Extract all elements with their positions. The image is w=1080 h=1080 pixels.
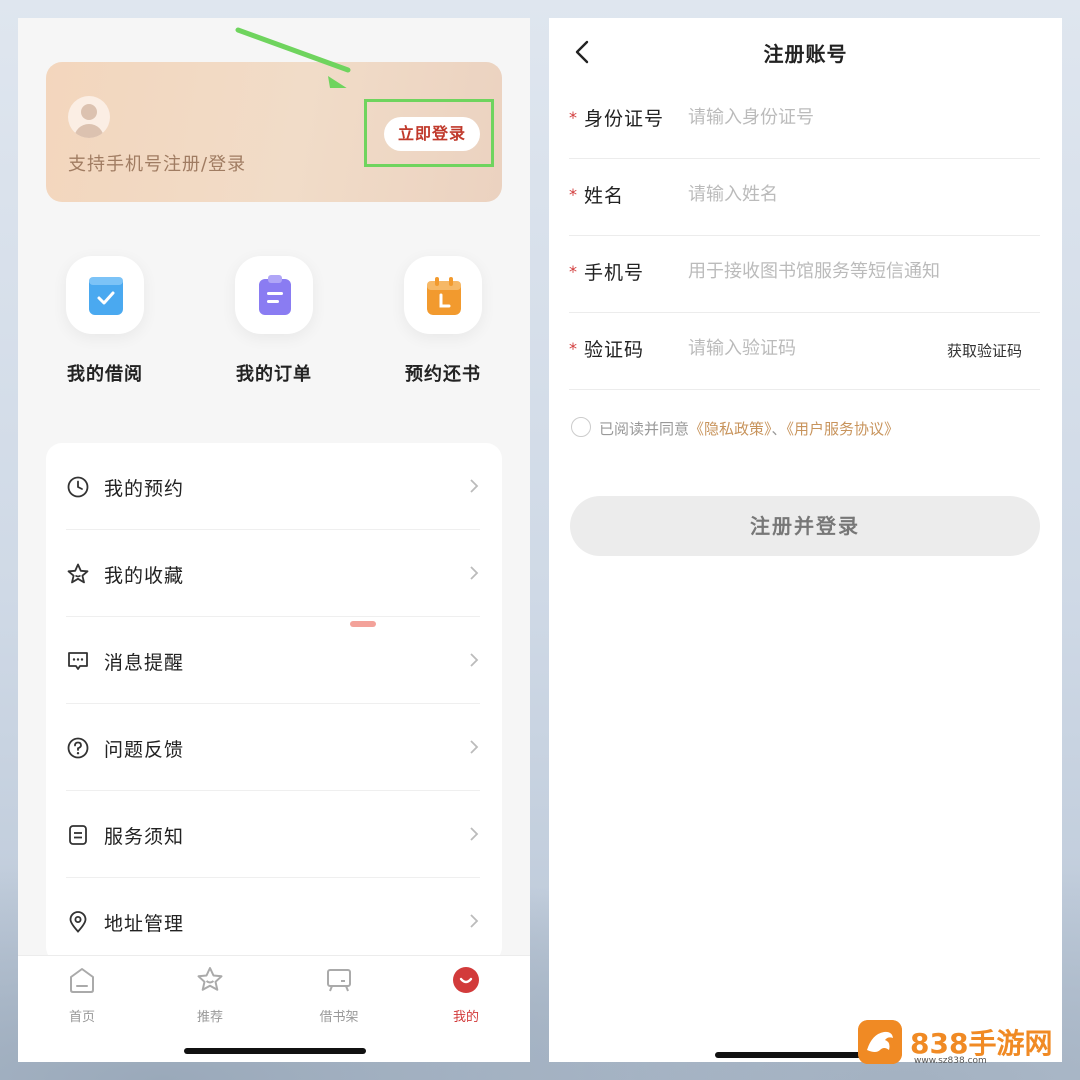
tab-label: 我的 [452, 1010, 479, 1025]
tab-home[interactable]: 首页 [42, 964, 122, 1025]
document-icon [69, 825, 87, 845]
dragon-logo-icon [858, 1020, 902, 1064]
tab-recommend[interactable]: 推荐 [170, 964, 250, 1025]
agreement-separator: 、 [771, 420, 787, 438]
shortcut-my-orders[interactable]: 我的订单 [214, 256, 334, 386]
menu-item-my-reservations[interactable]: 我的预约 [66, 443, 480, 530]
shortcut-label: 我的订单 [236, 364, 312, 385]
menu-item-label: 服务须知 [104, 826, 185, 848]
menu-item-label: 我的预约 [104, 478, 185, 500]
menu-item-label: 地址管理 [104, 913, 185, 935]
chevron-right-icon [470, 479, 479, 493]
required-mark: * [569, 339, 577, 358]
shortcut-label: 我的借阅 [67, 364, 143, 385]
profile-screen: 支持手机号注册/登录 立即登录 我的借阅 我的订单 预约还书 我的预约 我的收藏… [18, 18, 530, 1062]
chevron-right-icon [470, 914, 479, 928]
menu-item-notifications[interactable]: 消息提醒 [66, 617, 480, 704]
question-icon [67, 737, 89, 759]
required-mark: * [569, 185, 577, 204]
register-screen: 注册账号 * 身份证号 * 姓名 * 手机号 * 验证码 获取验证码 已阅读并同… [549, 18, 1062, 1062]
highlight-box [364, 99, 494, 167]
shortcut-label: 预约还书 [405, 364, 481, 385]
scroll-indicator [350, 621, 376, 627]
menu-item-my-favorites[interactable]: 我的收藏 [66, 530, 480, 617]
location-icon [69, 911, 87, 933]
agreement-prefix: 已阅读并同意 [599, 420, 690, 438]
nav-header: 注册账号 [549, 18, 1062, 82]
login-hint: 支持手机号注册/登录 [68, 154, 247, 175]
menu-item-feedback[interactable]: 问题反馈 [66, 704, 480, 791]
name-input[interactable] [688, 177, 1028, 211]
verification-code-input[interactable] [688, 331, 908, 365]
verification-code-row: * 验证码 获取验证码 [569, 313, 1040, 390]
field-label: 验证码 [584, 339, 645, 361]
menu-item-label: 问题反馈 [104, 739, 185, 761]
id-number-row: * 身份证号 [569, 82, 1040, 159]
star-icon [67, 563, 89, 584]
chevron-right-icon [470, 653, 479, 667]
get-code-button[interactable]: 获取验证码 [947, 340, 1022, 361]
tab-label: 首页 [68, 1010, 95, 1025]
agreement-row: 已阅读并同意《隐私政策》、《用户服务协议》 [569, 416, 1039, 442]
register-login-button[interactable]: 注册并登录 [570, 496, 1040, 556]
id-number-input[interactable] [688, 100, 1028, 134]
privacy-policy-link[interactable]: 《隐私政策》 [689, 420, 772, 438]
shortcut-grid: 我的借阅 我的订单 预约还书 [18, 256, 530, 396]
tab-label: 借书架 [319, 1010, 359, 1025]
recommend-icon [197, 967, 223, 991]
message-icon [68, 652, 88, 670]
field-label: 身份证号 [584, 108, 665, 130]
watermark: 838手游网 www.sz838.com [858, 1020, 1058, 1070]
order-icon [259, 275, 291, 315]
agreement-checkbox[interactable] [571, 417, 591, 437]
watermark-url: www.sz838.com [914, 1056, 987, 1066]
bookshelf-icon [327, 969, 351, 992]
agreement-text: 已阅读并同意《隐私政策》、《用户服务协议》 [599, 418, 899, 439]
calendar-icon [427, 277, 461, 315]
menu-item-label: 我的收藏 [104, 565, 185, 587]
home-icon [70, 968, 94, 993]
required-mark: * [569, 262, 577, 281]
shortcut-reserve-return[interactable]: 预约还书 [383, 256, 503, 386]
chevron-right-icon [470, 827, 479, 841]
required-mark: * [569, 108, 577, 127]
field-label: 姓名 [584, 185, 625, 207]
chevron-right-icon [470, 740, 479, 754]
avatar[interactable] [68, 96, 110, 138]
clock-icon [67, 476, 89, 498]
tab-label: 推荐 [196, 1010, 223, 1025]
home-indicator [184, 1048, 366, 1054]
field-label: 手机号 [584, 262, 645, 284]
tab-bar: 首页 推荐 借书架 我的 [18, 955, 530, 1062]
phone-row: * 手机号 [569, 236, 1040, 313]
name-row: * 姓名 [569, 159, 1040, 236]
profile-icon [453, 967, 479, 993]
menu-item-address[interactable]: 地址管理 [66, 878, 480, 965]
phone-input[interactable] [688, 254, 1028, 288]
borrow-icon [89, 277, 123, 315]
page-title: 注册账号 [763, 42, 848, 66]
divider [569, 389, 1040, 390]
shortcut-my-borrow[interactable]: 我的借阅 [45, 256, 165, 386]
menu-list: 我的预约 我的收藏 消息提醒 问题反馈 服务须知 地址管理 [46, 443, 502, 963]
service-agreement-link[interactable]: 《用户服务协议》 [787, 420, 900, 438]
menu-item-label: 消息提醒 [104, 652, 185, 674]
menu-item-service-notice[interactable]: 服务须知 [66, 791, 480, 878]
tab-bookshelf[interactable]: 借书架 [299, 964, 379, 1025]
pointer-arrow-icon [235, 27, 351, 88]
chevron-right-icon [470, 566, 479, 580]
tab-mine[interactable]: 我的 [426, 964, 506, 1025]
